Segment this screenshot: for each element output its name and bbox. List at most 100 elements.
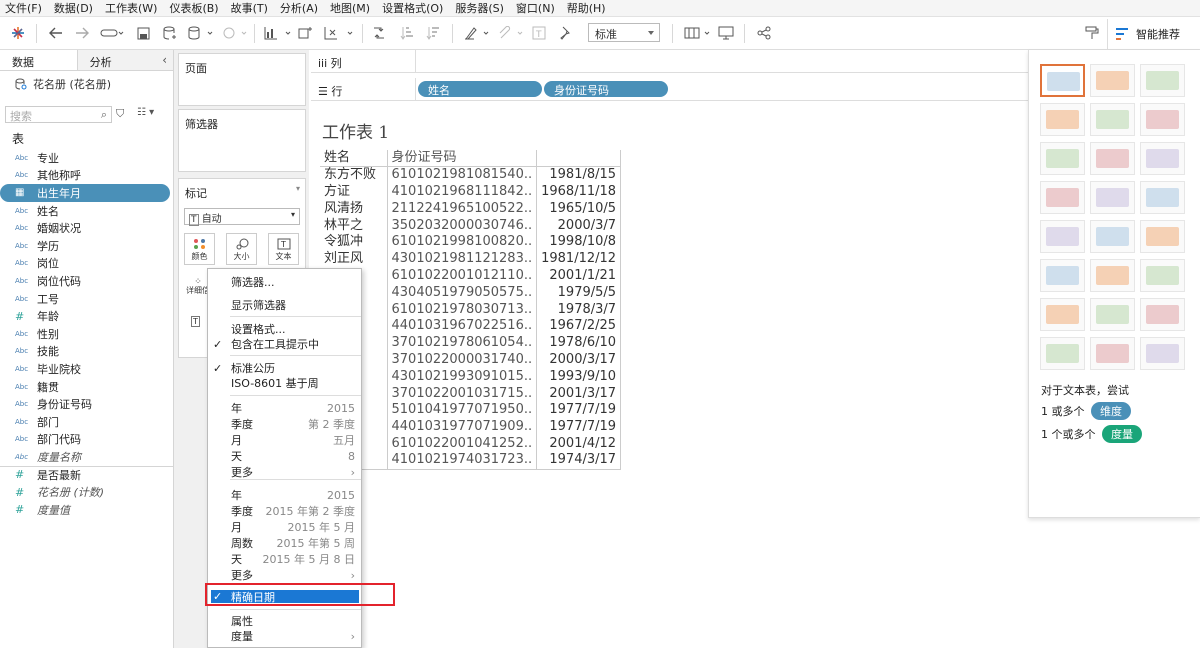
row-pill-id[interactable]: 身份证号码 bbox=[544, 81, 668, 97]
color-button[interactable]: 颜色 bbox=[184, 233, 215, 265]
marks-menu-icon[interactable]: ▾ bbox=[296, 184, 300, 193]
menu-item-discrete-date[interactable]: 季度第 2 季度 bbox=[208, 416, 361, 432]
field-item[interactable]: Abc 其他称呼 bbox=[0, 167, 174, 185]
filters-card[interactable]: 筛选器 bbox=[178, 109, 306, 172]
field-item[interactable]: Abc 岗位代码 bbox=[0, 272, 174, 290]
view-options-icon[interactable]: ☷ ▾ bbox=[137, 107, 154, 118]
table-cell[interactable]: 1978/3/7 bbox=[536, 301, 622, 318]
field-item[interactable]: # 度量值 bbox=[0, 501, 174, 519]
menu-map[interactable]: 地图(M) bbox=[325, 0, 377, 16]
menu-window[interactable]: 窗口(N) bbox=[511, 0, 562, 16]
table-cell[interactable]: 4301021981121283.. bbox=[386, 250, 537, 268]
chart-type-thumbnail[interactable] bbox=[1090, 103, 1135, 136]
table-cell[interactable]: 1993/9/10 bbox=[536, 368, 622, 386]
show-me-button[interactable]: 智能推荐 bbox=[1107, 19, 1200, 49]
menu-item-tooltip[interactable]: ✓ 包含在工具提示中 bbox=[208, 336, 361, 352]
menu-item-iso[interactable]: ISO-8601 基于周 bbox=[208, 375, 361, 391]
menu-data[interactable]: 数据(D) bbox=[49, 0, 100, 16]
field-item[interactable]: Abc 学历 bbox=[0, 237, 174, 255]
table-cell[interactable]: 6101022001012110.. bbox=[386, 267, 537, 285]
menu-help[interactable]: 帮助(H) bbox=[562, 0, 613, 16]
chart-type-thumbnail[interactable] bbox=[1040, 142, 1085, 175]
menu-item-std-calendar[interactable]: ✓ 标准公历 bbox=[208, 360, 361, 376]
chart-type-thumbnail[interactable] bbox=[1040, 103, 1085, 136]
chart-type-thumbnail[interactable] bbox=[1090, 337, 1135, 370]
menu-server[interactable]: 服务器(S) bbox=[450, 0, 511, 16]
table-cell[interactable]: 5101041977071950.. bbox=[386, 401, 537, 419]
format-painter-icon[interactable] bbox=[1082, 23, 1102, 43]
table-cell[interactable]: 1974/3/17 bbox=[536, 452, 622, 470]
menu-item-continuous-date[interactable]: 月 2015 年 5 月 bbox=[208, 519, 361, 535]
field-item[interactable]: Abc 度量名称 bbox=[0, 448, 174, 466]
filter-fields-icon[interactable]: ⛉ bbox=[116, 107, 124, 121]
column-header[interactable]: 姓名 bbox=[320, 150, 387, 168]
field-item[interactable]: Abc 部门代码 bbox=[0, 431, 174, 449]
menu-item-format[interactable]: 设置格式... bbox=[208, 321, 361, 337]
chart-type-thumbnail[interactable] bbox=[1140, 64, 1185, 97]
chart-type-thumbnail[interactable] bbox=[1040, 181, 1085, 214]
save-icon[interactable] bbox=[134, 23, 152, 43]
table-cell[interactable]: 1998/10/8 bbox=[536, 233, 622, 251]
table-cell[interactable]: 1965/10/5 bbox=[536, 200, 622, 218]
table-cell[interactable]: 刘正风 bbox=[320, 251, 387, 268]
field-item[interactable]: Abc 籍贯 bbox=[0, 378, 174, 396]
table-cell[interactable]: 1978/6/10 bbox=[536, 334, 622, 352]
menu-item-filter[interactable]: 筛选器... bbox=[208, 274, 361, 290]
size-button[interactable]: 大小 bbox=[226, 233, 257, 265]
table-cell[interactable]: 林平之 bbox=[320, 217, 387, 234]
table-cell[interactable]: 1979/5/5 bbox=[536, 284, 622, 302]
chart-type-thumbnail[interactable] bbox=[1140, 298, 1185, 331]
show-cards-icon[interactable] bbox=[682, 23, 714, 43]
chart-type-thumbnail[interactable] bbox=[1090, 259, 1135, 292]
column-header[interactable] bbox=[536, 150, 622, 168]
chart-type-thumbnail[interactable] bbox=[1140, 103, 1185, 136]
field-item[interactable]: Abc 毕业院校 bbox=[0, 360, 174, 378]
table-cell[interactable]: 2000/3/7 bbox=[536, 217, 622, 234]
table-cell[interactable]: 3701021978061054.. bbox=[386, 334, 537, 352]
table-cell[interactable]: 1967/2/25 bbox=[536, 317, 622, 335]
highlight-icon[interactable] bbox=[462, 23, 492, 43]
sort-descending-icon[interactable] bbox=[424, 23, 442, 43]
table-cell[interactable]: 1977/7/19 bbox=[536, 401, 622, 419]
field-item[interactable]: Abc 身份证号码 bbox=[0, 395, 174, 413]
table-cell[interactable]: 1981/12/12 bbox=[536, 250, 622, 268]
table-cell[interactable]: 3701022001031715.. bbox=[386, 385, 537, 402]
chart-type-thumbnail[interactable] bbox=[1140, 337, 1185, 370]
chart-type-thumbnail[interactable] bbox=[1090, 64, 1135, 97]
sort-ascending-icon[interactable] bbox=[398, 23, 416, 43]
fix-axes-icon[interactable] bbox=[556, 23, 574, 43]
text-button[interactable]: T 文本 bbox=[268, 233, 299, 265]
field-item[interactable]: # 是否最新 bbox=[0, 465, 174, 484]
duplicate-icon[interactable] bbox=[296, 23, 314, 43]
chart-type-thumbnail[interactable] bbox=[1140, 142, 1185, 175]
collapse-icon[interactable]: ‹ bbox=[162, 53, 167, 67]
chart-type-thumbnail[interactable] bbox=[1090, 142, 1135, 175]
table-cell[interactable]: 4101021974031723.. bbox=[386, 452, 537, 470]
field-item[interactable]: ▦ 出生年月 bbox=[0, 184, 170, 202]
table-cell[interactable]: 6101022001041252.. bbox=[386, 435, 537, 453]
table-cell[interactable]: 2001/1/21 bbox=[536, 267, 622, 285]
table-cell[interactable]: 风清扬 bbox=[320, 200, 387, 217]
table-cell[interactable]: 方证 bbox=[320, 184, 387, 201]
connect-data-icon[interactable] bbox=[98, 23, 126, 43]
chart-type-thumbnail[interactable] bbox=[1040, 220, 1085, 253]
menu-item-discrete-date[interactable]: 天8 bbox=[208, 448, 361, 464]
table-cell[interactable]: 3701022000031740.. bbox=[386, 351, 537, 369]
table-cell[interactable]: 3502032000030746.. bbox=[386, 217, 537, 234]
table-cell[interactable]: 1977/7/19 bbox=[536, 418, 622, 436]
field-item[interactable]: # 花名册 (计数) bbox=[0, 483, 174, 501]
new-worksheet-icon[interactable] bbox=[262, 23, 294, 43]
menu-item-discrete-date[interactable]: 月五月 bbox=[208, 432, 361, 448]
menu-item-show-filter[interactable]: 显示筛选器 bbox=[208, 297, 361, 313]
table-cell[interactable]: 6101021978030713.. bbox=[386, 301, 537, 318]
menu-item-measure[interactable]: 度量 › bbox=[208, 628, 361, 644]
fit-select[interactable]: 标准 bbox=[588, 23, 660, 42]
field-item[interactable]: Abc 工号 bbox=[0, 290, 174, 308]
table-cell[interactable]: 4301021993091015.. bbox=[386, 368, 537, 386]
table-cell[interactable]: 东方不败 bbox=[320, 167, 387, 184]
chart-type-thumbnail[interactable] bbox=[1040, 64, 1085, 97]
table-cell[interactable]: 4401031967022516.. bbox=[386, 317, 537, 335]
chart-type-thumbnail[interactable] bbox=[1040, 298, 1085, 331]
presentation-mode-icon[interactable] bbox=[716, 23, 736, 43]
table-cell[interactable]: 1968/11/18 bbox=[536, 183, 622, 201]
